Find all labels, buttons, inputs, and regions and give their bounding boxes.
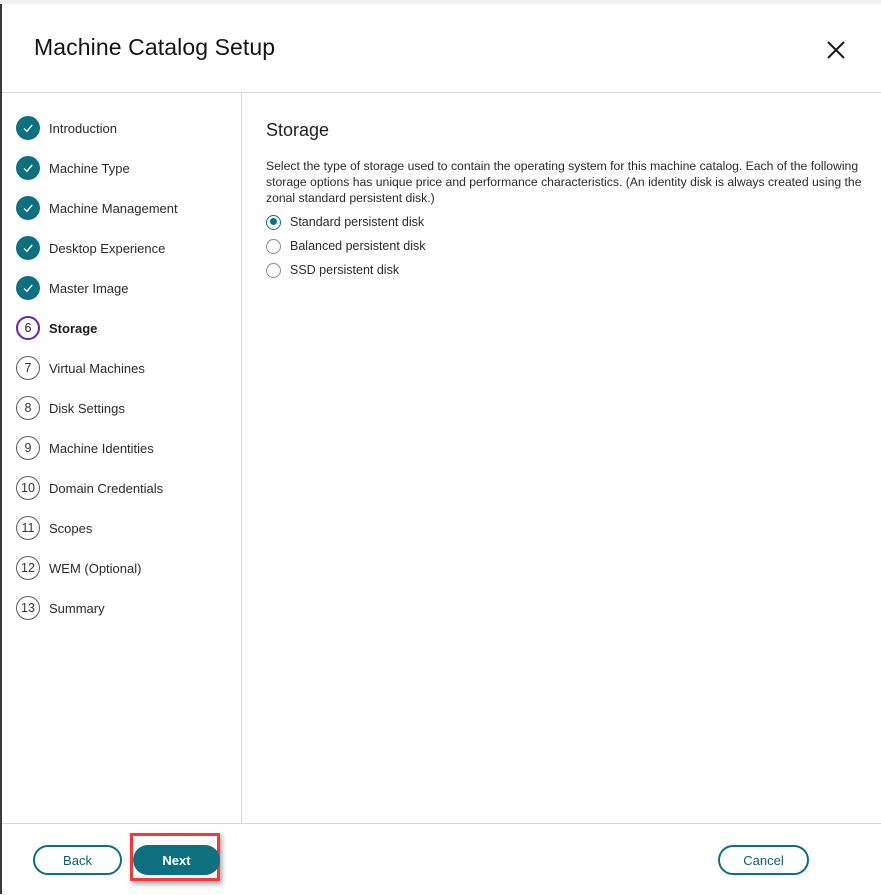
storage-panel: Storage Select the type of storage used …	[242, 93, 881, 823]
wizard-step-machine-management[interactable]: Machine Management	[16, 195, 178, 221]
step-number-icon: 8	[16, 396, 40, 420]
check-icon	[16, 236, 40, 260]
wizard-step-machine-identities[interactable]: 9 Machine Identities	[16, 435, 154, 461]
storage-description: Select the type of storage used to conta…	[266, 159, 862, 206]
wizard-step-scopes[interactable]: 11 Scopes	[16, 515, 92, 541]
wizard-step-wem-optional[interactable]: 12 WEM (Optional)	[16, 555, 141, 581]
storage-option-standard-persistent-disk[interactable]: Standard persistent disk	[266, 212, 424, 232]
radio-button[interactable]	[266, 238, 281, 254]
radio-label: Balanced persistent disk	[290, 239, 426, 253]
step-label: Machine Management	[49, 200, 178, 216]
step-label: Desktop Experience	[49, 240, 166, 256]
dialog-footer: Back Next Cancel	[2, 823, 881, 895]
storage-option-ssd-persistent-disk[interactable]: SSD persistent disk	[266, 260, 399, 280]
wizard-step-domain-credentials[interactable]: 10 Domain Credentials	[16, 475, 163, 501]
step-label: Scopes	[49, 520, 93, 536]
step-label: WEM (Optional)	[49, 560, 142, 576]
close-x-icon	[827, 41, 845, 59]
wizard-step-desktop-experience[interactable]: Desktop Experience	[16, 235, 165, 261]
storage-option-balanced-persistent-disk[interactable]: Balanced persistent disk	[266, 236, 426, 256]
wizard-steps-sidebar: Introduction Machine Type Machine Manageme…	[2, 93, 242, 823]
close-button[interactable]	[824, 38, 848, 62]
dialog-title: Machine Catalog Setup	[34, 34, 276, 60]
radio-button-selected[interactable]	[266, 214, 281, 230]
step-number-icon: 13	[16, 596, 40, 620]
check-icon	[16, 196, 40, 220]
step-number-icon: 12	[16, 556, 40, 580]
step-label: Machine Identities	[49, 440, 154, 456]
check-icon	[16, 116, 40, 140]
step-label: Domain Credentials	[49, 480, 164, 496]
step-label: Introduction	[49, 120, 117, 136]
radio-button[interactable]	[266, 262, 281, 278]
radio-label: Standard persistent disk	[290, 215, 425, 229]
step-label: Virtual Machines	[49, 360, 145, 376]
wizard-step-machine-type[interactable]: Machine Type	[16, 155, 130, 181]
section-title: Storage	[266, 120, 330, 140]
wizard-step-virtual-machines[interactable]: 7 Virtual Machines	[16, 355, 145, 381]
next-button[interactable]: Next	[133, 845, 220, 875]
step-number-icon: 11	[16, 516, 40, 540]
step-number-icon: 7	[16, 356, 40, 380]
step-number-icon: 9	[16, 436, 40, 460]
step-label: Disk Settings	[49, 400, 125, 416]
back-button[interactable]: Back	[33, 845, 122, 875]
step-label: Master Image	[49, 280, 129, 296]
step-label: Storage	[49, 320, 98, 336]
cancel-button[interactable]: Cancel	[718, 845, 809, 875]
wizard-step-disk-settings[interactable]: 8 Disk Settings	[16, 395, 125, 421]
step-number-icon: 10	[16, 476, 40, 500]
step-number-icon: 6	[16, 316, 40, 340]
dialog-header: Machine Catalog Setup	[2, 4, 881, 93]
wizard-step-summary[interactable]: 13 Summary	[16, 595, 105, 621]
wizard-step-master-image[interactable]: Master Image	[16, 275, 128, 301]
radio-label: SSD persistent disk	[290, 263, 400, 277]
wizard-step-introduction[interactable]: Introduction	[16, 115, 117, 141]
check-icon	[16, 276, 40, 300]
step-label: Machine Type	[49, 160, 130, 176]
check-icon	[16, 156, 40, 180]
wizard-step-storage[interactable]: 6 Storage	[16, 315, 97, 341]
step-label: Summary	[49, 600, 105, 616]
